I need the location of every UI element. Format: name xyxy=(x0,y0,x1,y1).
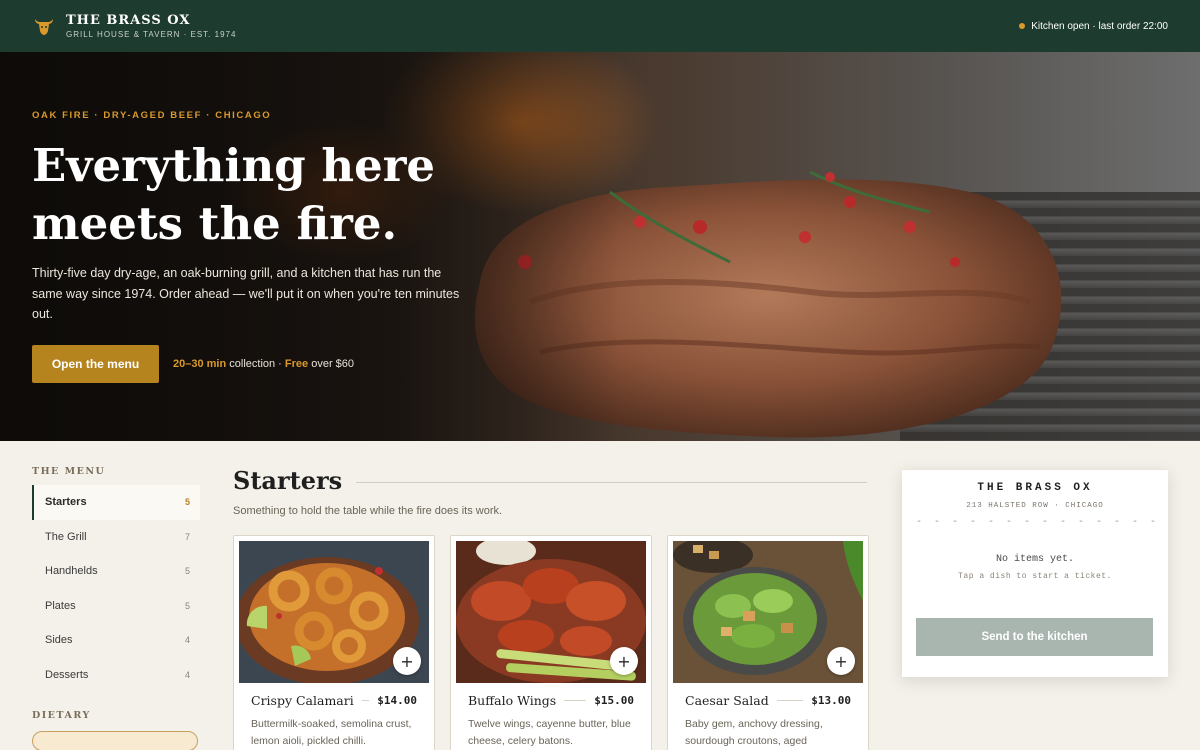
dish-image: + xyxy=(673,541,863,683)
sidebar-item-sides[interactable]: Sides 4 xyxy=(32,623,200,658)
brand[interactable]: THE BRASS OX GRILL HOUSE & TAVERN · EST.… xyxy=(66,13,236,39)
section-divider xyxy=(356,482,867,483)
dish-card[interactable]: + Buffalo Wings $15.00 Twelve wings, cay… xyxy=(450,535,652,750)
add-to-ticket-button[interactable]: + xyxy=(610,647,638,675)
sidebar-item-count: 5 xyxy=(184,600,190,611)
section-subtitle: Something to hold the table while the fi… xyxy=(233,505,503,517)
dish-title-row: Buffalo Wings $15.00 xyxy=(456,693,646,708)
top-bar: THE BRASS OX GRILL HOUSE & TAVERN · EST.… xyxy=(0,0,1200,52)
add-to-ticket-button[interactable]: + xyxy=(393,647,421,675)
menu-section: Starters Something to hold the table whi… xyxy=(233,466,869,750)
dish-leader-line xyxy=(564,700,587,701)
sidebar-item-plates[interactable]: Plates 5 xyxy=(32,589,200,624)
sidebar-item-the-grill[interactable]: The Grill 7 xyxy=(32,520,200,555)
kitchen-status: Kitchen open · last order 22:00 xyxy=(1019,21,1168,32)
send-to-kitchen-button[interactable]: Send to the kitchen xyxy=(916,618,1153,656)
dish-description: Twelve wings, cayenne butter, blue chees… xyxy=(468,718,631,747)
dish-description: Buttermilk-soaked, semolina crust, lemon… xyxy=(251,718,412,747)
sidebar-item-desserts[interactable]: Desserts 4 xyxy=(32,658,200,693)
hero-headline: Everything here meets the fire. xyxy=(32,139,436,250)
status-dot-icon xyxy=(1019,23,1026,29)
dish-name: Crispy Calamari xyxy=(251,693,354,708)
sidebar-item-label: Desserts xyxy=(45,668,89,681)
dish-card[interactable]: + Caesar Salad $13.00 Baby gem, anchovy … xyxy=(667,535,869,750)
section-title: Starters xyxy=(233,466,343,495)
menu-sidebar: THE MENU Starters 5 The Grill 7 Handheld… xyxy=(32,466,200,750)
dish-leader-line xyxy=(776,700,804,701)
sidebar-item-label: Sides xyxy=(45,634,73,647)
dish-image: + xyxy=(456,541,646,683)
ticket-address: 213 HALSTED ROW · CHICAGO xyxy=(966,502,1104,510)
dish-price: $15.00 xyxy=(594,694,634,707)
sidebar-item-label: Handhelds xyxy=(45,565,98,578)
dish-image: + xyxy=(239,541,429,683)
dish-title-row: Caesar Salad $13.00 xyxy=(673,693,863,708)
ticket-empty-text: No items yet. xyxy=(995,554,1074,565)
open-menu-button[interactable]: Open the menu xyxy=(32,344,159,383)
ticket-hint-text: Tap a dish to start a ticket. xyxy=(958,572,1112,581)
ox-head-icon xyxy=(35,19,53,35)
plus-icon: + xyxy=(834,651,848,671)
collection-label: collection · xyxy=(229,357,282,370)
category-list: Starters 5 The Grill 7 Handhelds 5 Plate… xyxy=(32,485,200,692)
hero-banner: OAK FIRE · DRY-AGED BEEF · CHICAGO Every… xyxy=(0,52,1200,441)
dietary-filter-chip[interactable] xyxy=(32,731,198,750)
dish-name: Caesar Salad xyxy=(685,693,769,708)
menu-title: THE MENU xyxy=(32,466,106,477)
dish-leader-line xyxy=(361,700,370,701)
sidebar-item-handhelds[interactable]: Handhelds 5 xyxy=(32,554,200,589)
hero-description: Thirty-five day dry-age, an oak-burning … xyxy=(32,266,460,321)
plus-icon: + xyxy=(617,651,631,671)
dish-grid: + Crispy Calamari $14.00 Buttermilk-soak… xyxy=(233,535,869,750)
ticket-divider: - - - - - - - - - - - - - - - - - - - xyxy=(916,517,1168,528)
sidebar-item-count: 5 xyxy=(184,566,190,577)
free-label: Free xyxy=(284,357,309,370)
sidebar-item-count: 5 xyxy=(184,497,190,508)
dish-price: $13.00 xyxy=(811,694,851,707)
sidebar-item-label: The Grill xyxy=(45,530,87,543)
brand-tagline: GRILL HOUSE & TAVERN · EST. 1974 xyxy=(66,30,237,39)
collection-time: 20–30 min xyxy=(173,357,227,370)
hero-eyebrow: OAK FIRE · DRY-AGED BEEF · CHICAGO xyxy=(32,110,272,121)
section-header: Starters xyxy=(233,466,867,495)
add-to-ticket-button[interactable]: + xyxy=(827,647,855,675)
sidebar-item-starters[interactable]: Starters 5 xyxy=(32,485,200,520)
sidebar-item-label: Plates xyxy=(45,599,76,612)
dish-price: $14.00 xyxy=(377,694,417,707)
dietary-title: DIETARY xyxy=(32,710,91,721)
hero-content: OAK FIRE · DRY-AGED BEEF · CHICAGO Every… xyxy=(32,110,492,383)
brand-name: THE BRASS OX xyxy=(66,13,191,28)
dish-card[interactable]: + Crispy Calamari $14.00 Buttermilk-soak… xyxy=(233,535,435,750)
status-text: Kitchen open · last order 22:00 xyxy=(1031,20,1168,32)
sidebar-item-count: 4 xyxy=(184,669,190,680)
sidebar-item-count: 7 xyxy=(184,531,190,542)
sidebar-item-label: Starters xyxy=(45,496,87,509)
dish-description: Baby gem, anchovy dressing, sourdough cr… xyxy=(685,718,823,747)
sidebar-item-count: 4 xyxy=(184,635,190,646)
free-threshold: over $60 xyxy=(311,357,355,370)
plus-icon: + xyxy=(400,651,414,671)
ticket-restaurant-name: THE BRASS OX xyxy=(977,482,1093,494)
collection-info: 20–30 min collection · Free over $60 xyxy=(173,358,354,370)
dish-name: Buffalo Wings xyxy=(468,693,557,708)
order-ticket: THE BRASS OX 213 HALSTED ROW · CHICAGO -… xyxy=(902,469,1168,677)
dish-title-row: Crispy Calamari $14.00 xyxy=(239,693,429,708)
hero-actions: Open the menu 20–30 min collection · Fre… xyxy=(32,344,492,383)
